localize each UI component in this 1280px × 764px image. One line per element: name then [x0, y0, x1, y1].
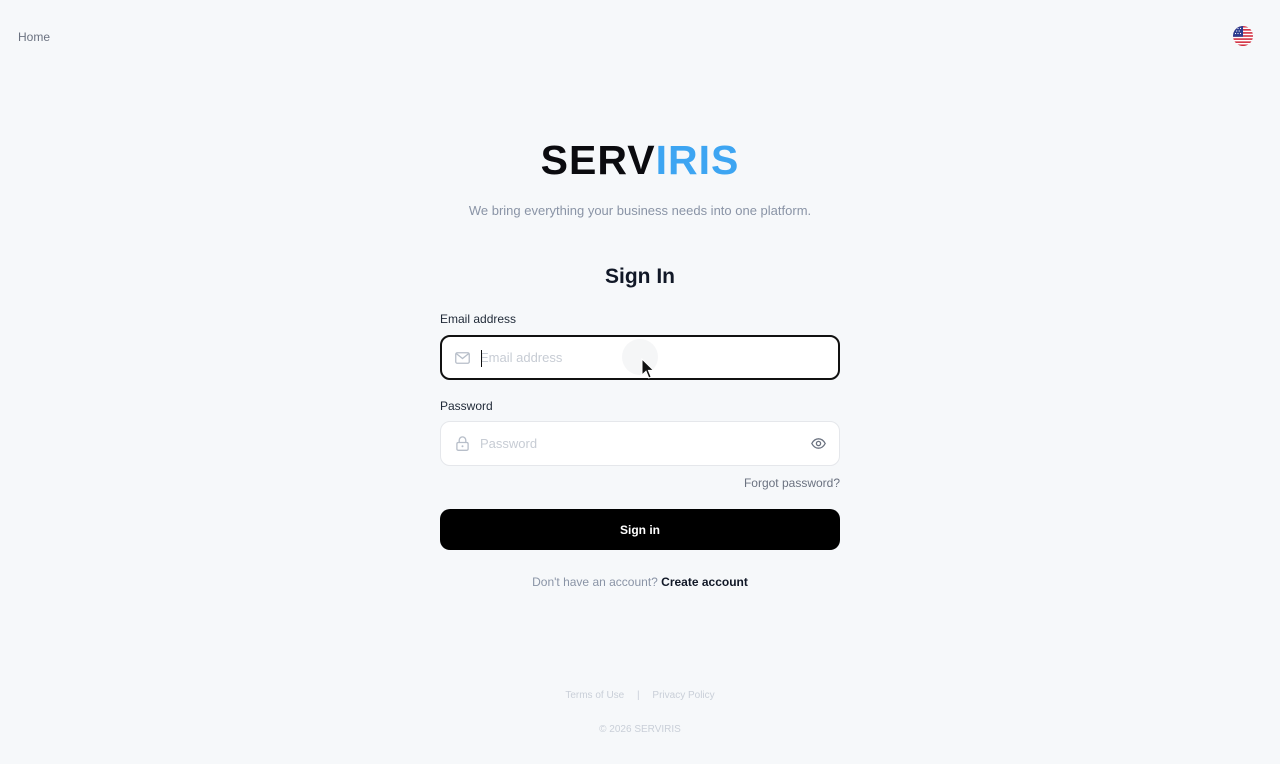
privacy-policy-link[interactable]: Privacy Policy	[652, 690, 714, 701]
create-account-link[interactable]: Create account	[661, 575, 748, 589]
mail-icon	[454, 350, 470, 366]
brand-logo: SERVIRIS	[0, 137, 1280, 183]
sign-in-button[interactable]: Sign in	[440, 509, 840, 550]
mouse-pointer-icon	[641, 357, 655, 385]
password-field-wrapper[interactable]	[440, 421, 840, 466]
forgot-password-link[interactable]: Forgot password?	[690, 476, 840, 490]
brand-logo-part2: IRIS	[655, 137, 740, 183]
terms-of-use-link[interactable]: Terms of Use	[565, 690, 624, 701]
password-label: Password	[440, 399, 493, 413]
signup-prompt-text: Don't have an account?	[532, 575, 658, 589]
brand-logo-part1: SERV	[540, 137, 656, 183]
footer-links: Terms of Use | Privacy Policy	[0, 690, 1280, 701]
us-flag-icon[interactable]	[1233, 26, 1253, 46]
password-field[interactable]	[480, 422, 809, 465]
footer-separator: |	[637, 690, 640, 701]
signup-prompt: Don't have an account? Create account	[0, 575, 1280, 589]
eye-icon[interactable]	[809, 435, 827, 453]
lock-icon	[454, 436, 470, 452]
text-caret	[481, 350, 482, 367]
copyright: © 2026 SERVIRIS	[599, 724, 681, 735]
email-label: Email address	[440, 312, 517, 326]
email-field[interactable]	[480, 337, 838, 378]
page-title: Sign In	[605, 265, 675, 288]
home-link[interactable]: Home	[18, 30, 50, 44]
signin-page: Home SERVIRIS We bring everything your b…	[0, 0, 1280, 764]
tagline: We bring everything your business needs …	[468, 203, 812, 218]
